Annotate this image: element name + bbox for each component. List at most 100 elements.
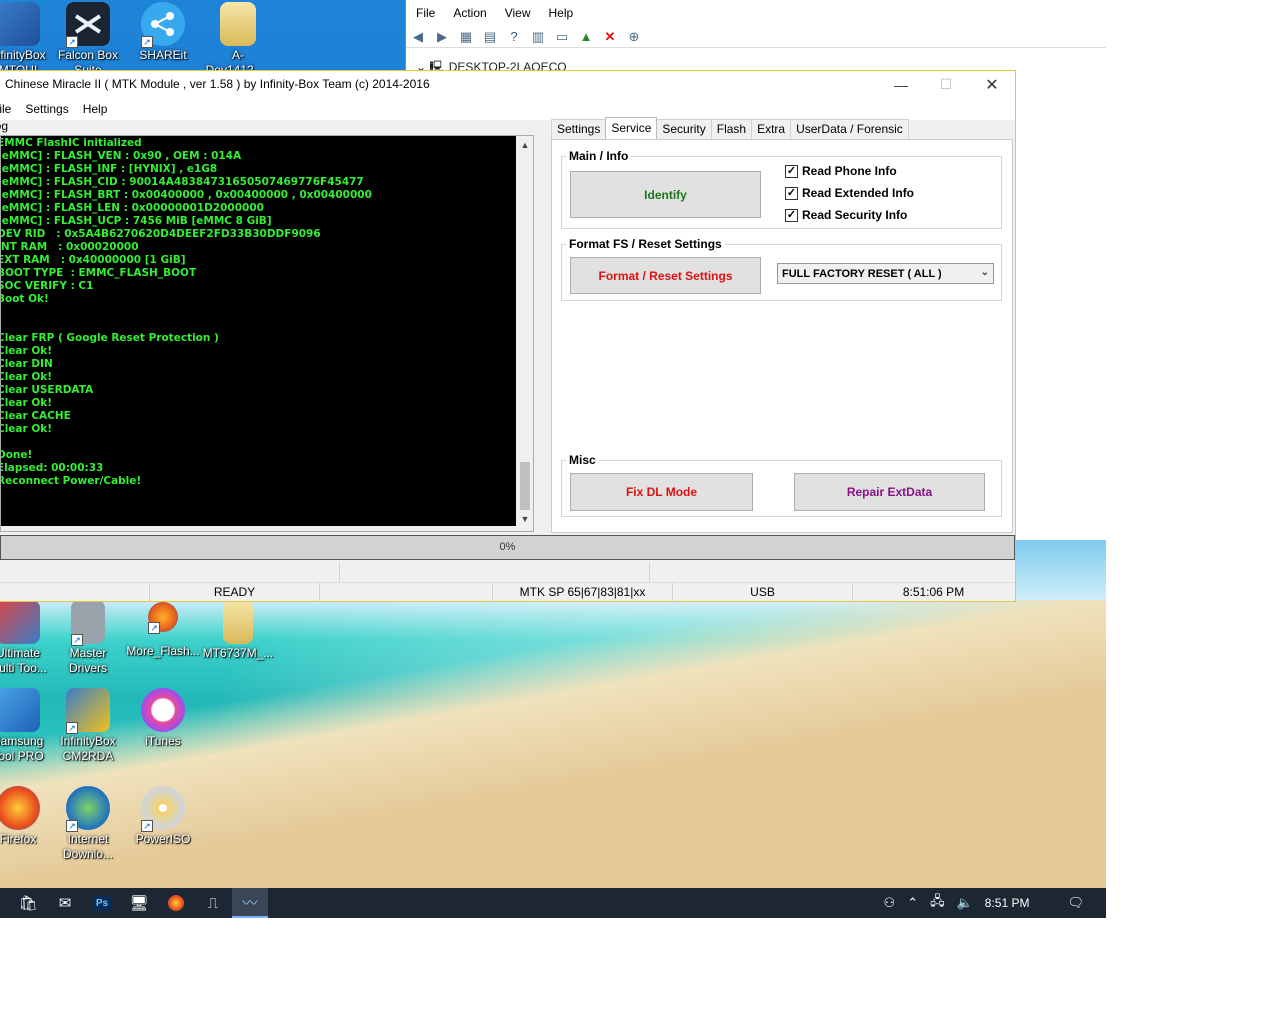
log-line: Clear CACHE (1, 410, 71, 422)
log-line: [eMMC] : FLASH_CID : 90014A4838473165050… (1, 176, 364, 188)
reset-mode-select[interactable]: FULL FACTORY RESET ( ALL ) ⌄ (777, 263, 994, 284)
gear-icon (0, 688, 40, 732)
download-icon[interactable]: ⊕ (626, 29, 642, 45)
log-scrollbar[interactable]: ▲ ▼ (518, 138, 532, 526)
minimize-icon[interactable]: — (878, 71, 924, 98)
desktop-icon-infinitybox[interactable]: InfinityBox MTOUI (0, 2, 56, 78)
update-driver-icon[interactable]: ▲ (578, 29, 594, 45)
firefox-icon[interactable] (158, 888, 194, 918)
icon-label: Tool PRO (0, 749, 44, 763)
bg-menu-file[interactable]: File (416, 6, 435, 20)
status-chip: MTK SP 65|67|83|81|xx (493, 583, 673, 602)
this-pc-icon[interactable]: 🖥 (121, 888, 157, 918)
scroll-down-icon[interactable]: ▼ (518, 512, 532, 526)
shortcut-arrow-icon: ↗ (141, 820, 153, 832)
uninstall-icon[interactable]: ✕ (602, 29, 618, 45)
store-icon[interactable]: 🛍 (10, 888, 46, 918)
icon-label: InfinityBox (60, 734, 116, 748)
status-time: 8:51:06 PM (902, 585, 965, 599)
icon-label: Downlo... (62, 847, 114, 861)
desktop-icon-firefox[interactable]: Firefox (0, 786, 56, 847)
taskbar: 🛍 ✉ Ps 🖥 ⎍ 〰 ⚇ ⌃ 🖧 🔈 8:51 PM 🗨 (0, 888, 1106, 918)
desktop-icon-more-flash[interactable]: ↗ More_Flash... (125, 600, 201, 659)
icon-label: Firefox (0, 832, 37, 846)
tab-userdata-forensic[interactable]: UserData / Forensic (790, 119, 909, 139)
window-title: Chinese Miracle II ( MTK Module , ver 1.… (5, 77, 430, 91)
desktop-icon-mt6737m[interactable]: MT6737M_... (200, 600, 276, 661)
bg-menu-view[interactable]: View (505, 6, 531, 20)
properties-icon[interactable]: ▤ (482, 29, 498, 45)
bg-menu-help[interactable]: Help (549, 6, 574, 20)
read-phone-info-checkbox[interactable]: ✓ Read Phone Info (785, 164, 897, 178)
desktop-icon-a-dev[interactable]: A-Dev1412_... (200, 2, 276, 78)
tab-service[interactable]: Service (605, 117, 658, 139)
format-reset-legend: Format FS / Reset Settings (569, 237, 722, 251)
desktop-icon-internet-download-manager[interactable]: ↗ Internet Downlo... (50, 786, 126, 862)
desktop-icon-samsung-tool[interactable]: Samsung Tool PRO (0, 688, 56, 764)
help-icon[interactable]: ? (506, 29, 522, 45)
format-reset-button[interactable]: Format / Reset Settings (570, 257, 761, 294)
bg-menu-action[interactable]: Action (453, 6, 486, 20)
notification-icon[interactable]: 🗨 (1067, 895, 1084, 911)
shortcut-arrow-icon: ↗ (141, 36, 153, 48)
clock[interactable]: 8:51 PM (985, 896, 1030, 910)
tab-extra[interactable]: Extra (751, 119, 792, 139)
log-output[interactable]: EMMC FlashIC initialized [eMMC] : FLASH_V… (1, 136, 516, 526)
icon-label: Master (69, 646, 107, 660)
checkmark-icon[interactable]: ✓ (785, 186, 798, 200)
log-line: Clear Ok! (1, 423, 53, 435)
volume-icon[interactable]: 🔈 (957, 895, 973, 911)
monitor-icon[interactable]: ▭ (554, 29, 570, 45)
icon-label: SHAREit (139, 48, 187, 62)
checkmark-icon[interactable]: ✓ (785, 208, 798, 222)
chinese-miracle-icon[interactable]: 〰 (232, 888, 268, 918)
firefox-icon (0, 786, 40, 830)
desktop-icon-ultimate-multi-tool[interactable]: Ultimate Multi Too... (0, 600, 56, 676)
close-icon[interactable]: ✕ (969, 71, 1015, 98)
infinitybox-rda-icon: ↗ (66, 688, 110, 734)
icon-label: Falcon Box (57, 48, 119, 62)
console-tree-icon[interactable]: ▦ (458, 29, 474, 45)
network-icon[interactable]: 🖧 (930, 892, 945, 914)
desktop-icon-poweriso[interactable]: ↗ PowerISO (125, 786, 201, 847)
checkbox-label: Read Security Info (802, 208, 908, 222)
info-cell (0, 563, 340, 581)
menu-file[interactable]: File (0, 102, 11, 116)
back-arrow-icon[interactable]: ◀ (410, 29, 426, 45)
desktop-icon-infinitybox-cm2rda[interactable]: ↗ InfinityBox CM2RDA (50, 688, 126, 764)
fix-dl-mode-button[interactable]: Fix DL Mode (570, 473, 753, 511)
usb-drive-icon[interactable]: ⎍ (195, 888, 231, 918)
chevron-up-icon[interactable]: ⌃ (907, 895, 918, 911)
infinitybox-icon (0, 2, 40, 46)
menu-help[interactable]: Help (83, 102, 108, 116)
log-line: Clear FRP ( Google Reset Protection ) (1, 332, 219, 344)
tab-flash[interactable]: Flash (710, 119, 753, 139)
photoshop-icon[interactable]: Ps (84, 888, 120, 918)
read-extended-info-checkbox[interactable]: ✓ Read Extended Info (785, 186, 914, 200)
desktop-icon-itunes[interactable]: iTunes (125, 688, 201, 749)
menu-settings[interactable]: Settings (25, 102, 68, 116)
scroll-thumb[interactable] (520, 462, 530, 510)
firefox-icon: ↗ (148, 602, 178, 634)
tab-security[interactable]: Security (656, 119, 712, 139)
repair-extdata-button[interactable]: Repair ExtData (794, 473, 985, 511)
checkmark-icon[interactable]: ✓ (785, 164, 798, 178)
identify-button[interactable]: Identify (570, 171, 761, 218)
view-icon[interactable]: ▥ (530, 29, 546, 45)
desktop-icon-shareit[interactable]: ↗ SHAREit (125, 2, 201, 63)
log-line: [eMMC] : FLASH_VEN : 0x90 , OEM : 014A (1, 150, 242, 162)
scroll-up-icon[interactable]: ▲ (518, 138, 532, 152)
chevron-down-icon[interactable]: ⌄ (981, 267, 989, 278)
desktop-icon-falcon-box[interactable]: ↗ Falcon Box Suite (50, 2, 126, 78)
people-icon[interactable]: ⚇ (884, 895, 896, 911)
title-bar[interactable]: Chinese Miracle II ( MTK Module , ver 1.… (0, 71, 1015, 98)
forward-arrow-icon[interactable]: ▶ (434, 29, 450, 45)
mail-icon[interactable]: ✉ (47, 888, 83, 918)
desktop-icon-master-drivers[interactable]: ↗ Master Drivers (50, 600, 126, 676)
maximize-icon[interactable]: ☐ (923, 71, 969, 98)
log-line: [eMMC] : FLASH_BRT : 0x00400000 , 0x0040… (1, 189, 372, 201)
checkbox-label: Read Extended Info (802, 186, 915, 200)
tab-settings[interactable]: Settings (551, 119, 607, 139)
read-security-info-checkbox[interactable]: ✓ Read Security Info (785, 208, 907, 222)
system-tray: ⚇ ⌃ 🖧 🔈 8:51 PM 🗨 (884, 888, 1106, 918)
